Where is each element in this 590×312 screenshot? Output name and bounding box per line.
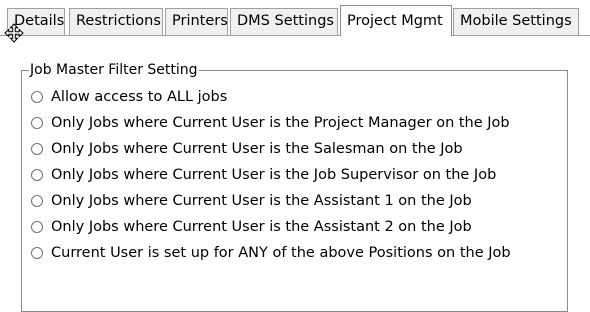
tab-printers-label: Printers [172,13,228,29]
tab-dms-settings[interactable]: DMS Settings [230,8,338,35]
radio-allow-all-jobs[interactable]: Allow access to ALL jobs [31,87,227,107]
radio-button-icon [31,169,43,181]
radio-label: Current User is set up for ANY of the ab… [51,245,511,261]
tab-restrictions-label: Restrictions [76,13,161,29]
tab-project-mgmt-label: Project Mgmt [347,13,443,29]
radio-any-position[interactable]: Current User is set up for ANY of the ab… [31,243,511,263]
radio-label: Only Jobs where Current User is the Assi… [51,219,472,235]
tab-page-project-mgmt: Job Master Filter Setting Allow access t… [0,36,590,312]
radio-assistant-2[interactable]: Only Jobs where Current User is the Assi… [31,217,472,237]
move-cursor-icon [4,23,24,43]
radio-label: Allow access to ALL jobs [51,89,228,105]
radio-assistant-1[interactable]: Only Jobs where Current User is the Assi… [31,191,472,211]
radio-button-icon [31,143,43,155]
tab-dms-settings-label: DMS Settings [237,13,334,29]
radio-button-icon [31,91,43,103]
radio-label: Only Jobs where Current User is the Proj… [51,115,510,131]
radio-project-manager[interactable]: Only Jobs where Current User is the Proj… [31,113,510,133]
radio-label: Only Jobs where Current User is the Sale… [51,141,463,157]
tab-project-mgmt[interactable]: Project Mgmt [340,5,452,36]
radio-salesman[interactable]: Only Jobs where Current User is the Sale… [31,139,463,159]
tab-strip: Details Restrictions Printers DMS Settin… [0,0,590,38]
radio-label: Only Jobs where Current User is the Job … [51,167,497,183]
tab-restrictions[interactable]: Restrictions [69,8,163,35]
tab-mobile-settings-label: Mobile Settings [460,13,572,29]
tab-baseline [0,35,590,36]
radio-button-icon [31,195,43,207]
radio-button-icon [31,221,43,233]
tab-mobile-settings[interactable]: Mobile Settings [453,8,579,35]
radio-button-icon [31,247,43,259]
radio-button-icon [31,117,43,129]
radio-label: Only Jobs where Current User is the Assi… [51,193,472,209]
radio-job-supervisor[interactable]: Only Jobs where Current User is the Job … [31,165,496,185]
tab-printers[interactable]: Printers [165,8,228,35]
groupbox-title: Job Master Filter Setting [29,62,199,78]
